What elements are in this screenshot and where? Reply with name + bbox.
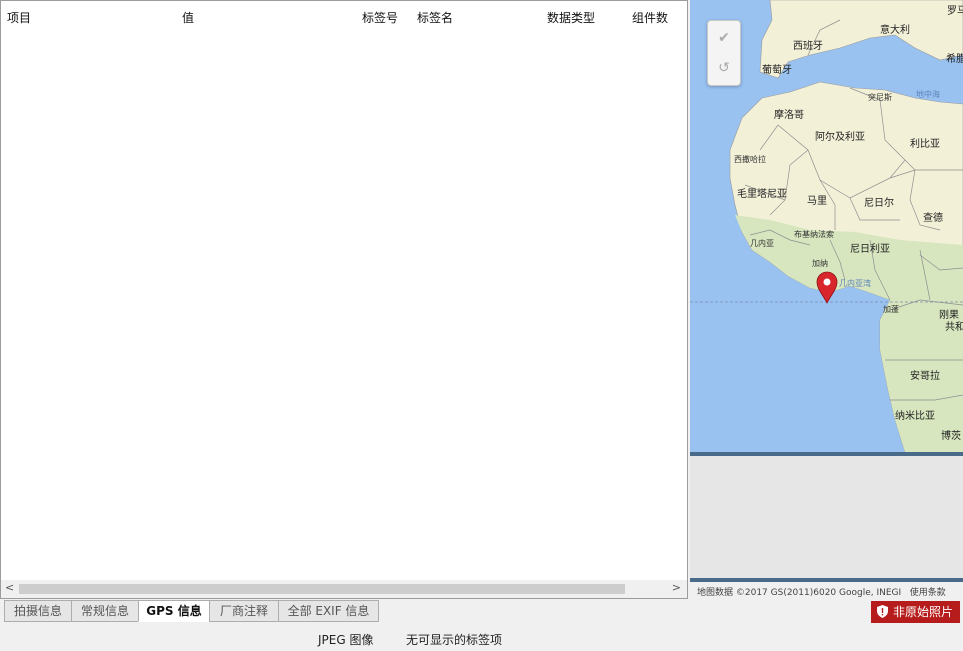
map-terms-link[interactable]: 使用条款 — [910, 588, 946, 598]
status-file-type: JPEG 图像 — [318, 633, 374, 647]
map-label-botswana: 博茨 — [941, 429, 961, 442]
tab-shooting-info[interactable]: 拍摄信息 — [4, 600, 72, 622]
map-label-tunisia: 突尼斯 — [868, 92, 892, 102]
map-label-western-sahara: 西撒哈拉 — [734, 154, 766, 164]
map-label-chad: 查德 — [923, 211, 943, 224]
map-view[interactable]: 西班牙 意大利 葡萄牙 希腊 罗马 突尼斯 地中海 摩洛哥 阿尔及利亚 利比亚 … — [690, 0, 963, 452]
exif-table-panel: 项目 值 标签号 标签名 数据类型 组件数 < > — [0, 0, 688, 599]
table-body — [1, 29, 687, 580]
non-original-photo-badge[interactable]: 非原始照片 — [871, 601, 960, 623]
map-label-namibia: 纳米比亚 — [895, 409, 935, 422]
column-header-value[interactable]: 值 — [182, 9, 194, 26]
status-message: 无可显示的标签项 — [406, 633, 503, 647]
horizontal-scrollbar[interactable]: < > — [1, 580, 687, 598]
tab-all-exif[interactable]: 全部 EXIF 信息 — [278, 600, 379, 622]
map-label-portugal: 葡萄牙 — [762, 63, 792, 76]
map-copyright: 地图数据 ©2017 GS(2011)6020 Google, INEGI 使用… — [697, 585, 946, 598]
status-bar: JPEG 图像 无可显示的标签项 — [0, 627, 963, 651]
shield-warning-icon — [877, 605, 888, 618]
scroll-left-icon[interactable]: < — [5, 581, 14, 594]
reset-icon[interactable]: ↺ — [708, 53, 740, 83]
badge-label: 非原始照片 — [893, 605, 954, 619]
map-label-morocco: 摩洛哥 — [774, 108, 804, 121]
map-label-libya: 利比亚 — [910, 138, 940, 150]
location-marker-icon — [816, 271, 838, 304]
map-label-nigeria: 尼日利亚 — [850, 243, 890, 255]
map-label-mauritania: 毛里塔尼亚 — [737, 187, 787, 200]
column-header-count[interactable]: 组件数 — [632, 9, 668, 26]
map-label-niger: 尼日尔 — [864, 196, 894, 209]
map-label-angola: 安哥拉 — [910, 369, 940, 382]
map-label-greece: 希腊 — [946, 52, 963, 65]
map-label-guinea: 几内亚 — [750, 238, 774, 248]
table-header: 项目 值 标签号 标签名 数据类型 组件数 — [1, 1, 687, 29]
tab-gps-info[interactable]: GPS 信息 — [138, 600, 210, 622]
tab-general-info[interactable]: 常规信息 — [71, 600, 139, 622]
map-label-spain: 西班牙 — [793, 40, 823, 52]
map-footer: 地图数据 ©2017 GS(2011)6020 Google, INEGI 使用… — [690, 578, 963, 598]
scroll-right-icon[interactable]: > — [672, 581, 681, 594]
map-label-ghana: 加纳 — [812, 258, 828, 268]
map-controls: ✔ ↺ — [707, 20, 741, 86]
map-label-mediterranean: 地中海 — [916, 89, 940, 99]
map-label-top-right: 罗马 — [947, 5, 963, 17]
column-header-tag-name[interactable]: 标签名 — [417, 9, 453, 26]
map-label-republic: 共和 — [945, 321, 963, 333]
map-label-gabon: 加蓬 — [883, 304, 899, 314]
column-header-tag-id[interactable]: 标签号 — [362, 9, 398, 26]
tab-maker-notes[interactable]: 厂商注释 — [209, 600, 279, 622]
map-label-algeria: 阿尔及利亚 — [815, 130, 865, 143]
column-header-data-type[interactable]: 数据类型 — [547, 9, 595, 26]
map-label-congo: 刚果 — [939, 309, 959, 321]
map-footer-bar — [690, 578, 963, 582]
map-label-italy: 意大利 — [880, 23, 910, 36]
map-label-burkina: 布基纳法索 — [794, 229, 834, 239]
map-copyright-text: 地图数据 ©2017 GS(2011)6020 Google, INEGI — [697, 588, 902, 598]
map-label-gulf-of-guinea: 几内亚湾 — [839, 278, 871, 288]
map-label-mali: 马里 — [807, 195, 827, 207]
scrollbar-thumb[interactable] — [19, 584, 625, 594]
confirm-icon[interactable]: ✔ — [708, 23, 740, 53]
column-header-item[interactable]: 项目 — [7, 9, 31, 26]
map-lower-area — [690, 452, 963, 578]
